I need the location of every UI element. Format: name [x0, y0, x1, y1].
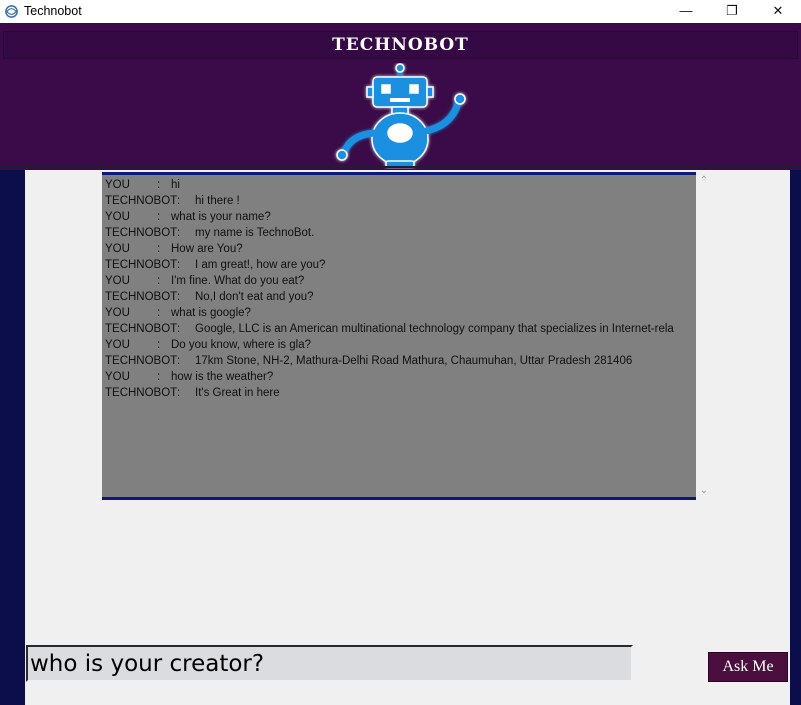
message-text: I am great!, how are you? [195, 259, 326, 271]
maximize-icon[interactable]: ❐ [709, 0, 755, 23]
question-input[interactable] [26, 645, 633, 682]
chat-message: TECHNOBOT: hi there ! [105, 193, 240, 209]
message-text: what is your name? [171, 211, 271, 223]
message-speaker: YOU [105, 339, 130, 351]
chat-message: TECHNOBOT: 17km Stone, NH-2, Mathura-Delh… [105, 353, 632, 369]
brand-bar: TECHNOBOT [3, 31, 798, 59]
message-speaker: YOU [105, 211, 130, 223]
message-separator: : [177, 259, 181, 271]
message-speaker: TECHNOBOT [105, 387, 178, 399]
message-speaker: TECHNOBOT [105, 227, 178, 239]
message-separator: : [177, 387, 181, 399]
message-separator: : [157, 371, 161, 383]
message-text: It's Great in here [195, 387, 280, 399]
app-icon [5, 5, 18, 18]
message-text: hi [171, 179, 180, 191]
left-border-strip [0, 170, 25, 705]
ask-me-button[interactable]: Ask Me [708, 652, 788, 682]
message-separator: : [157, 179, 161, 191]
app-header: TECHNOBOT [0, 23, 801, 170]
chat-message: YOU: How are You? [105, 241, 243, 257]
right-border-strip [790, 170, 801, 705]
message-separator: : [157, 243, 161, 255]
chat-scrollbar[interactable]: ⌃ ⌄ [697, 172, 711, 500]
message-text: I'm fine. What do you eat? [171, 275, 305, 287]
chat-message: YOU: how is the weather? [105, 369, 273, 385]
message-speaker: YOU [105, 179, 130, 191]
message-text: 17km Stone, NH-2, Mathura-Delhi Road Mat… [195, 355, 633, 367]
message-speaker: TECHNOBOT [105, 291, 178, 303]
chat-message: TECHNOBOT: Google, LLC is an American mul… [105, 321, 674, 337]
message-text: how is the weather? [171, 371, 274, 383]
message-text: Google, LLC is an American multinational… [195, 323, 674, 335]
message-separator: : [157, 275, 161, 287]
message-speaker: YOU [105, 371, 130, 383]
message-separator: : [177, 355, 181, 367]
message-separator: : [177, 195, 181, 207]
message-speaker: YOU [105, 243, 130, 255]
message-separator: : [157, 339, 161, 351]
chat-log[interactable]: YOU: hi TECHNOBOT: hi there ! YOU: what is yo… [102, 172, 696, 500]
message-text: what is google? [171, 307, 251, 319]
brand-title: TECHNOBOT [332, 35, 469, 55]
window-title: Technobot [24, 4, 82, 18]
close-icon[interactable]: ✕ [755, 0, 801, 23]
window-title-bar: Technobot — ❐ ✕ [0, 0, 801, 23]
chat-message: TECHNOBOT: my name is TechnoBot. [105, 225, 314, 241]
message-separator: : [157, 211, 161, 223]
message-separator: : [177, 291, 181, 303]
chat-message: TECHNOBOT: It's Great in here [105, 385, 280, 401]
chat-message: YOU: I'm fine. What do you eat? [105, 273, 304, 289]
chat-message: YOU: Do you know, where is gla? [105, 337, 311, 353]
message-separator: : [177, 227, 181, 239]
header-divider [0, 166, 801, 168]
message-separator: : [177, 323, 181, 335]
message-text: my name is TechnoBot. [195, 227, 315, 239]
scroll-down-icon[interactable]: ⌄ [697, 484, 711, 498]
chat-message: YOU: what is google? [105, 305, 251, 321]
robot-logo-icon [336, 63, 466, 168]
message-text: How are You? [171, 243, 243, 255]
minimize-icon[interactable]: — [663, 0, 709, 23]
message-separator: : [157, 307, 161, 319]
chat-message: TECHNOBOT: No,I don't eat and you? [105, 289, 314, 305]
message-speaker: YOU [105, 307, 130, 319]
message-speaker: TECHNOBOT [105, 323, 178, 335]
message-speaker: TECHNOBOT [105, 195, 178, 207]
chat-message: YOU: what is your name? [105, 209, 271, 225]
message-speaker: TECHNOBOT [105, 259, 178, 271]
message-speaker: TECHNOBOT [105, 355, 178, 367]
message-text: No,I don't eat and you? [195, 291, 314, 303]
message-text: Do you know, where is gla? [171, 339, 311, 351]
scroll-up-icon[interactable]: ⌃ [697, 174, 711, 188]
message-text: hi there ! [195, 195, 240, 207]
message-speaker: YOU [105, 275, 130, 287]
chat-message: YOU: hi [105, 177, 180, 193]
chat-message: TECHNOBOT: I am great!, how are you? [105, 257, 325, 273]
